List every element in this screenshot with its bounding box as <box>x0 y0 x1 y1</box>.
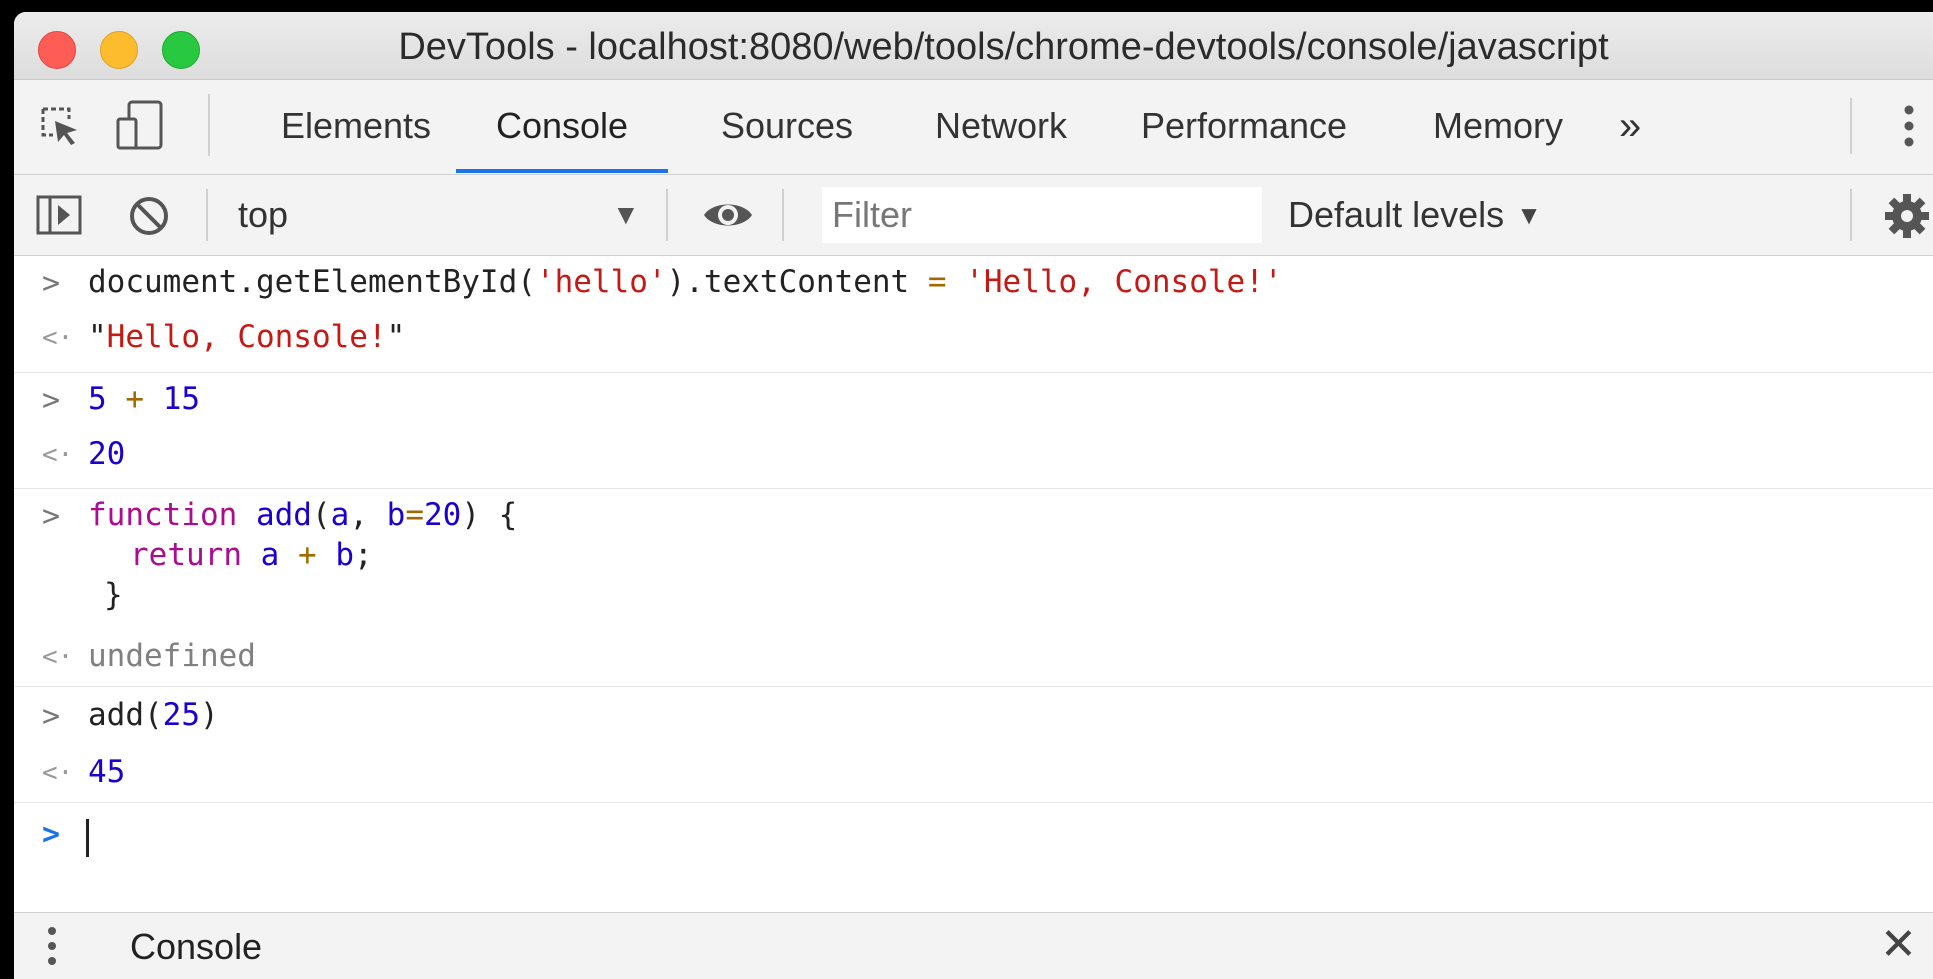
console-input-code-line: return a + b; <box>130 537 373 573</box>
code-token: add( <box>88 697 163 733</box>
output-prompt-icon: <· <box>42 440 74 470</box>
tab-console[interactable]: Console <box>456 80 668 173</box>
code-param: b <box>386 497 406 533</box>
code-operator: = <box>405 497 424 533</box>
code-function-name: add <box>255 497 312 533</box>
code-operator: = <box>927 264 947 300</box>
live-expression-eye-icon[interactable] <box>698 189 758 241</box>
console-output-value: 45 <box>88 754 126 790</box>
code-string: 'hello' <box>535 264 667 300</box>
input-prompt-icon: > <box>42 699 61 734</box>
console-input-row: > 5 + 15 <box>14 372 1933 429</box>
settings-gear-icon[interactable] <box>1882 191 1932 241</box>
code-keyword: return <box>130 537 242 573</box>
output-prompt-icon: <· <box>42 642 74 672</box>
input-prompt-icon: > <box>42 266 61 301</box>
code-token: , <box>349 497 387 533</box>
console-input-row: > add(25) <box>14 686 1933 743</box>
output-prompt-icon: <· <box>42 758 74 788</box>
output-prompt-icon: <· <box>42 323 74 353</box>
title-bar: DevTools - localhost:8080/web/tools/chro… <box>14 12 1933 80</box>
console-input-code: document.getElementById('hello').textCon… <box>88 264 1283 300</box>
console-output-row: <· 20 <box>14 428 1933 484</box>
tab-memory[interactable]: Memory <box>1418 80 1578 172</box>
inspect-element-icon[interactable] <box>34 100 86 152</box>
code-operator: + <box>298 537 317 573</box>
tab-sources[interactable]: Sources <box>700 80 874 172</box>
chevron-down-icon: ▼ <box>1516 199 1542 230</box>
console-output-value: "Hello, Console!" <box>88 319 405 355</box>
drawer-tab-console[interactable]: Console <box>130 913 262 979</box>
vertical-dots-icon[interactable] <box>42 923 62 969</box>
console-output-value: 20 <box>88 436 126 472</box>
tab-elements[interactable]: Elements <box>264 80 448 172</box>
console-input-row: > function add(a, b=20) { return a + b; … <box>14 488 1933 629</box>
console-input-code-line: } <box>104 577 123 613</box>
code-token: ( <box>311 497 331 533</box>
active-prompt-icon: > <box>42 817 61 852</box>
window-title: DevTools - localhost:8080/web/tools/chro… <box>398 26 1609 68</box>
console-toolbar-divider <box>666 189 668 241</box>
more-tabs-button[interactable]: » <box>1619 80 1641 172</box>
console-output-row: <· undefined <box>14 628 1933 684</box>
context-selector-value: top <box>238 194 289 235</box>
console-input-code-line: function add(a, b=20) { <box>88 497 517 533</box>
code-number: 15 <box>162 381 201 417</box>
code-operator: + <box>125 381 145 417</box>
code-string: 'Hello, Console!' <box>965 264 1283 300</box>
code-number: 25 <box>162 697 200 733</box>
code-number: 20 <box>424 497 462 533</box>
toolbar-divider-right <box>1850 98 1852 154</box>
console-toolbar-divider <box>1850 189 1852 241</box>
chevron-down-icon: ▼ <box>612 199 640 230</box>
code-string: Hello, Console! <box>106 319 387 355</box>
code-variable: b <box>335 537 355 573</box>
main-toolbar: Elements Console Sources Network Perform… <box>14 80 1933 175</box>
code-token: ; <box>354 537 373 573</box>
console-output-row: <· "Hello, Console!" <box>14 311 1933 367</box>
console-input-code: 5 + 15 <box>88 381 200 417</box>
code-token: document.getElementById( <box>88 264 536 300</box>
device-toolbar-icon[interactable] <box>112 96 168 154</box>
code-variable: a <box>260 537 280 573</box>
code-quote: " <box>386 319 406 355</box>
context-selector[interactable]: top <box>238 175 658 255</box>
code-token: ) <box>199 697 219 733</box>
console-input-row: > document.getElementById('hello').textC… <box>14 256 1933 311</box>
console-drawer: Console ✕ <box>14 912 1933 979</box>
console-messages[interactable]: > document.getElementById('hello').textC… <box>14 256 1933 911</box>
log-levels-label: Default levels <box>1288 194 1505 235</box>
show-sidebar-icon[interactable] <box>34 193 84 237</box>
code-quote: " <box>88 319 107 355</box>
log-levels-dropdown[interactable]: Default levels ▼ <box>1288 175 1542 255</box>
console-toolbar-divider <box>206 189 208 241</box>
toolbar-divider <box>208 94 210 156</box>
tab-network[interactable]: Network <box>912 80 1090 172</box>
console-prompt-row[interactable]: > <box>14 802 1933 875</box>
text-cursor <box>86 819 89 857</box>
console-output-value: undefined <box>88 638 256 674</box>
more-options-icon[interactable] <box>1894 100 1924 152</box>
console-toolbar-divider <box>782 189 784 241</box>
clear-console-icon[interactable] <box>126 193 172 239</box>
tab-performance[interactable]: Performance <box>1128 80 1360 172</box>
input-prompt-icon: > <box>42 383 61 418</box>
console-output-row: <· 45 <box>14 744 1933 800</box>
code-number: 5 <box>88 381 107 417</box>
code-param: a <box>330 497 350 533</box>
close-drawer-icon[interactable]: ✕ <box>1880 919 1917 970</box>
code-keyword: function <box>88 497 238 533</box>
code-token: ).textContent <box>666 264 928 300</box>
devtools-window: DevTools - localhost:8080/web/tools/chro… <box>14 12 1933 979</box>
console-input-code: add(25) <box>88 697 219 733</box>
console-toolbar: top ▼ Default levels ▼ <box>14 175 1933 256</box>
filter-input[interactable] <box>822 187 1262 243</box>
input-prompt-icon: > <box>42 499 61 534</box>
code-token: ) { <box>461 497 518 533</box>
